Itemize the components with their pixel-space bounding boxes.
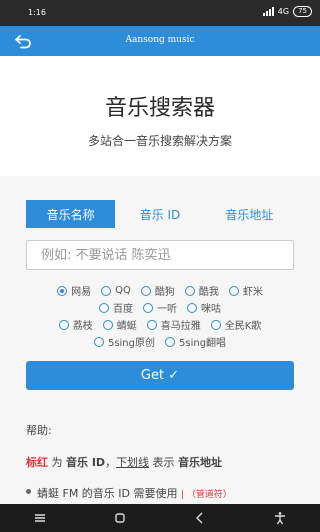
source-kuwo[interactable]: 酷我 xyxy=(184,283,219,298)
signal-icon xyxy=(262,7,274,16)
page-title: 音乐搜索器 xyxy=(104,96,215,121)
app-bar: Aansong music xyxy=(0,26,320,56)
radio-icon xyxy=(101,285,112,296)
search-mode-tabs: 音乐名称 音乐 ID 音乐地址 xyxy=(26,200,294,228)
source-1ting[interactable]: 一听 xyxy=(143,300,177,315)
help-bullet: 蜻蜓 FM 的音乐 ID 需要使用 | （管道符） xyxy=(26,485,306,501)
radio-icon xyxy=(210,319,221,330)
bullet-icon xyxy=(26,489,31,494)
help-text: ， xyxy=(105,456,117,469)
help-bullet-text: 蜻蜓 FM 的音乐 ID 需要使用 | （管道符） xyxy=(37,485,232,501)
system-nav-bar xyxy=(0,504,320,532)
source-ximalaya[interactable]: 喜马拉雅 xyxy=(146,317,201,332)
battery-icon: 75 xyxy=(293,6,312,17)
source-label: 网易 xyxy=(71,287,92,298)
radio-icon xyxy=(146,319,157,330)
source-label: 蜻蜓 xyxy=(116,321,137,332)
radio-icon xyxy=(57,285,68,296)
radio-icon xyxy=(102,319,113,330)
get-button[interactable]: Get ✓ xyxy=(26,361,294,390)
source-label: 荔枝 xyxy=(72,321,93,332)
source-row: 荔枝 蜻蜓 喜马拉雅 全民K歌 xyxy=(20,316,300,333)
pipe-note: | （管道符） xyxy=(181,490,232,500)
source-lizhi[interactable]: 荔枝 xyxy=(58,317,93,332)
source-kugou[interactable]: 酷狗 xyxy=(140,283,175,298)
page-subtitle: 多站合一音乐搜索解决方案 xyxy=(87,134,232,148)
back-icon[interactable] xyxy=(193,511,207,525)
source-label: 一听 xyxy=(157,304,177,315)
source-migu[interactable]: 咪咕 xyxy=(187,300,221,315)
tab-music-id[interactable]: 音乐 ID xyxy=(115,200,204,228)
radio-icon xyxy=(99,302,109,313)
radio-icon xyxy=(93,336,104,347)
source-netease[interactable]: 网易 xyxy=(57,283,91,298)
source-row: 5sing原创 5sing翻唱 xyxy=(20,333,300,350)
radio-icon xyxy=(228,285,239,296)
source-qq[interactable]: QQ xyxy=(101,285,131,296)
help-underline-term: 下划线 xyxy=(116,456,150,469)
source-5sing-cover[interactable]: 5sing翻唱 xyxy=(165,334,226,349)
help-id-term: 音乐 ID xyxy=(66,456,106,469)
menu-icon[interactable] xyxy=(33,511,47,525)
source-row: 网易 QQ 酷狗 酷我 虾米 xyxy=(20,282,300,299)
help-text: 表示 xyxy=(149,456,179,469)
radio-icon xyxy=(143,302,153,313)
radio-icon xyxy=(165,336,175,347)
tab-music-url[interactable]: 音乐地址 xyxy=(205,200,294,228)
source-label: 5sing翻唱 xyxy=(179,338,227,349)
source-5sing-original[interactable]: 5sing原创 xyxy=(93,334,155,349)
radio-icon xyxy=(58,319,69,330)
help-line: 标红 为 音乐 ID，下划线 表示 音乐地址 xyxy=(26,454,306,470)
tab-music-name[interactable]: 音乐名称 xyxy=(26,200,116,228)
accessibility-icon[interactable] xyxy=(273,511,287,525)
source-label: 咪咕 xyxy=(201,304,221,315)
battery-level: 75 xyxy=(298,7,307,15)
search-input[interactable] xyxy=(26,240,294,270)
app-title: Aansong music xyxy=(125,35,195,45)
status-time: 1:16 xyxy=(28,8,46,17)
status-bar: 1:16 4G 75 xyxy=(0,0,320,26)
source-row: 百度 一听 咪咕 xyxy=(20,299,300,316)
help-text: 为 xyxy=(48,456,66,469)
source-kge[interactable]: 全民K歌 xyxy=(210,317,262,332)
hero-section: 音乐搜索器 多站合一音乐搜索解决方案 xyxy=(0,56,320,176)
status-indicators: 4G 75 xyxy=(262,6,312,17)
help-section: 帮助: 标红 为 音乐 ID，下划线 表示 音乐地址 蜻蜓 FM 的音乐 ID … xyxy=(26,422,306,501)
help-addr-term: 音乐地址 xyxy=(178,456,223,469)
source-label: 虾米 xyxy=(242,287,263,298)
source-label: 酷狗 xyxy=(154,287,175,298)
network-type: 4G xyxy=(277,7,290,16)
source-baidu[interactable]: 百度 xyxy=(99,300,133,315)
home-icon[interactable] xyxy=(113,511,127,525)
source-qingting[interactable]: 蜻蜓 xyxy=(102,317,137,332)
source-label: QQ xyxy=(115,285,131,296)
radio-icon xyxy=(184,285,195,296)
help-heading: 帮助: xyxy=(26,424,52,437)
source-xiami[interactable]: 虾米 xyxy=(228,283,263,298)
radio-icon xyxy=(187,302,197,313)
help-red-term: 标红 xyxy=(26,456,48,469)
source-label: 全民K歌 xyxy=(224,321,262,332)
source-options: 网易 QQ 酷狗 酷我 虾米 百度 一听 咪咕 荔枝 蜻蜓 喜马拉雅 全民K歌 … xyxy=(20,282,300,350)
bullet-text: 蜻蜓 FM 的音乐 ID 需要使用 xyxy=(37,487,178,500)
radio-icon xyxy=(140,285,151,296)
source-label: 喜马拉雅 xyxy=(160,321,201,332)
source-label: 5sing原创 xyxy=(107,338,155,349)
source-label: 酷我 xyxy=(198,287,219,298)
source-label: 百度 xyxy=(113,304,133,315)
